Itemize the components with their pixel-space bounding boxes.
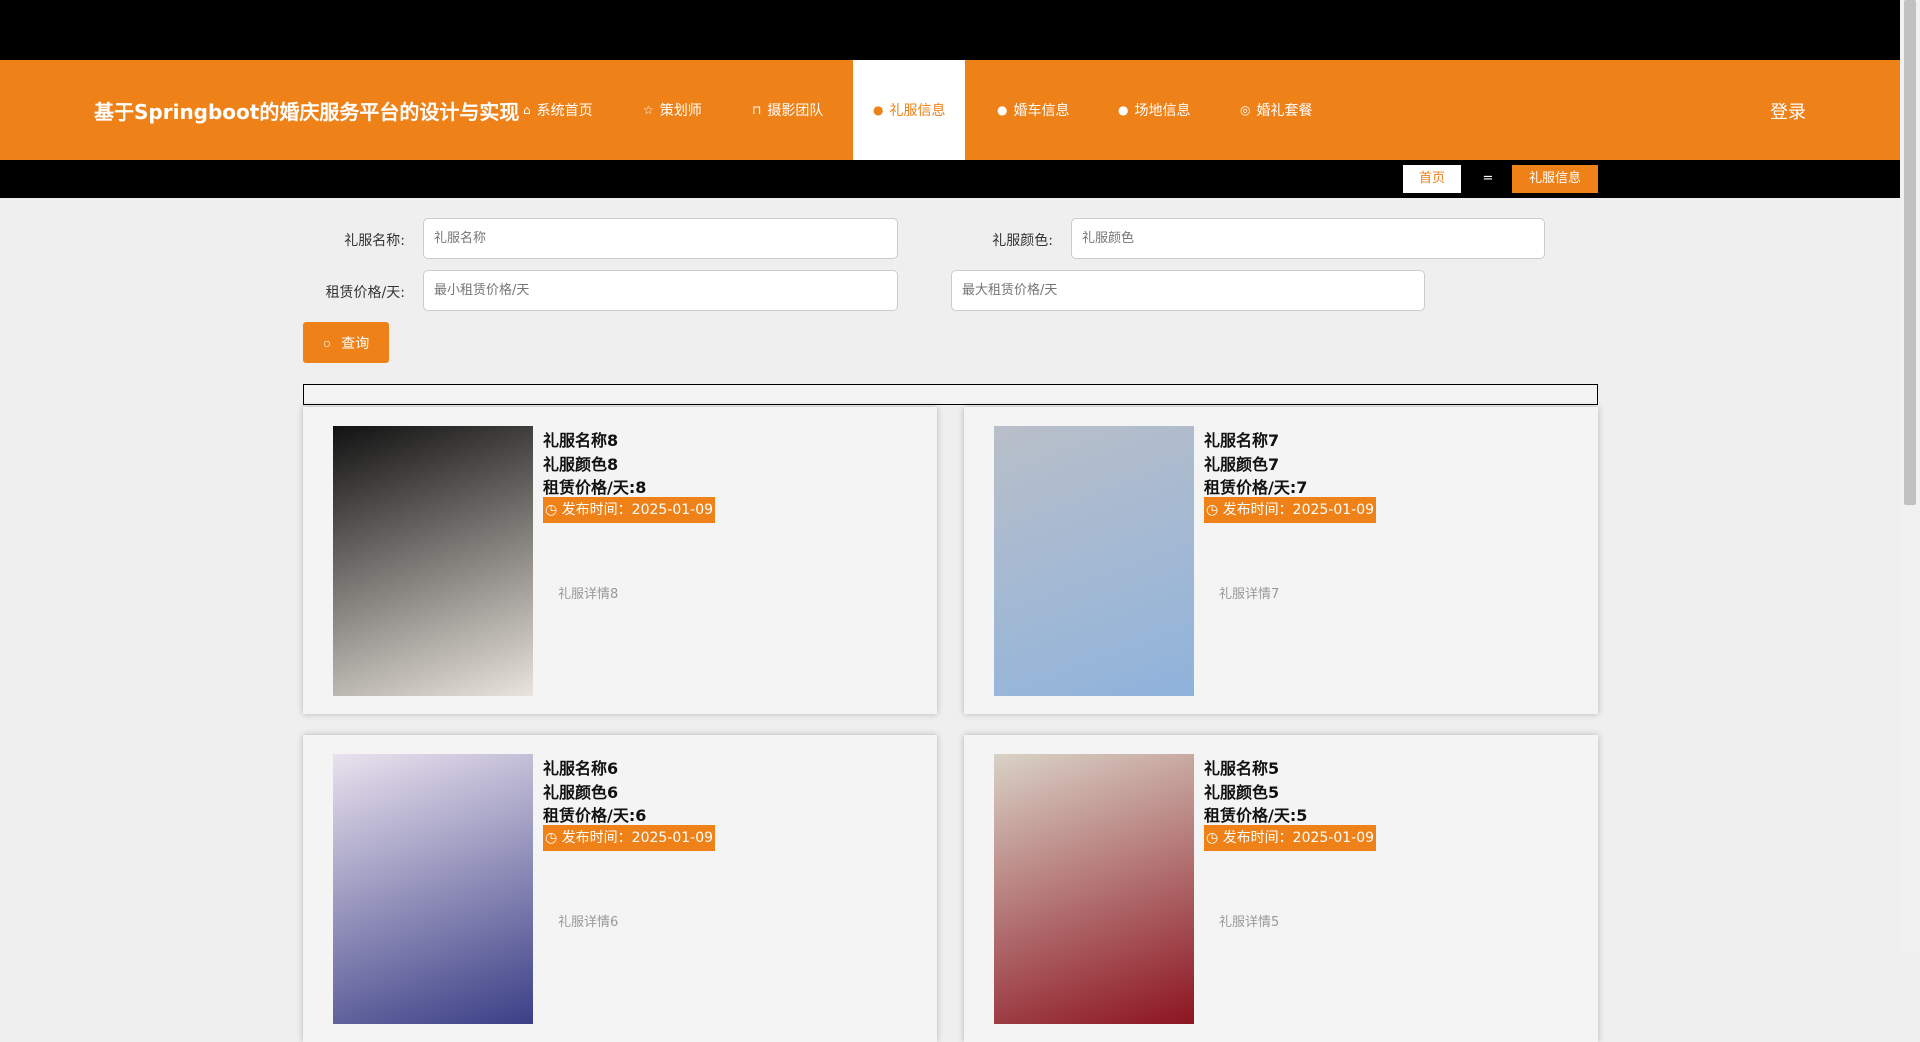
nav-icon: ●	[997, 103, 1008, 117]
nav-icon: ☆	[643, 103, 654, 117]
dress-color: 礼服颜色8	[543, 455, 619, 474]
dress-image[interactable]	[994, 754, 1194, 1024]
nav-label: 场地信息	[1134, 103, 1191, 119]
nav-label: 婚车信息	[1013, 103, 1070, 119]
dress-name: 礼服名称8	[543, 431, 619, 450]
nav-label: 摄影团队	[767, 103, 824, 119]
nav-label: 礼服信息	[889, 103, 946, 119]
dress-price: 租赁价格/天:5	[1204, 806, 1308, 825]
nav-item-5[interactable]: ● 场地信息	[1098, 60, 1210, 160]
dress-price: 租赁价格/天:6	[543, 806, 647, 825]
nav-item-0[interactable]: ⌂ 系统首页	[503, 60, 613, 160]
dress-price: 租赁价格/天:8	[543, 478, 647, 497]
publish-date-badge: ◷ 发布时间：2025-01-09	[543, 497, 716, 523]
publish-date: 发布时间：2025-01-09	[1222, 830, 1375, 846]
clock-icon: ◷	[545, 502, 562, 518]
publish-date: 发布时间：2025-01-09	[561, 830, 714, 846]
dress-card[interactable]: 礼服名称7 礼服颜色7 租赁价格/天:7 ◷ 发布时间：2025-01-09 礼…	[964, 407, 1598, 714]
dress-color: 礼服颜色5	[1204, 783, 1280, 802]
name-label: 礼服名称:	[344, 233, 405, 249]
nav-icon: ●	[873, 103, 884, 117]
dress-image[interactable]	[994, 426, 1194, 696]
dress-color: 礼服颜色7	[1204, 455, 1280, 474]
nav-icon: ●	[1118, 103, 1129, 117]
dress-image[interactable]	[333, 754, 533, 1024]
query-button[interactable]: ○ 查询	[303, 322, 389, 363]
nav-item-6[interactable]: ◎ 婚礼套餐	[1220, 60, 1332, 160]
nav-icon: ⌂	[523, 103, 531, 117]
breadcrumb-separator: =	[1482, 171, 1494, 186]
publish-date-badge: ◷ 发布时间：2025-01-09	[543, 825, 716, 851]
publish-date: 发布时间：2025-01-09	[561, 502, 714, 518]
breadcrumb-current: 礼服信息	[1512, 165, 1598, 193]
dress-detail: 礼服详情5	[1219, 915, 1280, 930]
nav-item-3[interactable]: ● 礼服信息	[853, 60, 966, 160]
breadcrumb-home[interactable]: 首页	[1403, 165, 1461, 193]
dress-detail: 礼服详情6	[558, 915, 619, 930]
dress-name: 礼服名称7	[1204, 431, 1280, 450]
scrollbar-thumb[interactable]	[1904, 0, 1916, 505]
publish-date-badge: ◷ 发布时间：2025-01-09	[1204, 497, 1377, 523]
max-price-input[interactable]	[951, 270, 1425, 311]
dress-detail: 礼服详情8	[558, 587, 619, 602]
publish-date: 发布时间：2025-01-09	[1222, 502, 1375, 518]
scrollbar[interactable]	[1900, 0, 1920, 952]
query-label: 查询	[341, 334, 370, 351]
nav-label: 策划师	[659, 103, 702, 119]
top-black-bar	[0, 0, 1900, 60]
nav-item-1[interactable]: ☆ 策划师	[623, 60, 722, 160]
nav-item-2[interactable]: ⊓ 摄影团队	[732, 60, 843, 160]
color-label: 礼服颜色:	[992, 233, 1053, 249]
name-input[interactable]	[423, 218, 898, 259]
clock-icon: ◷	[1206, 830, 1223, 846]
dress-card[interactable]: 礼服名称8 礼服颜色8 租赁价格/天:8 ◷ 发布时间：2025-01-09 礼…	[303, 407, 937, 714]
clock-icon: ◷	[1206, 502, 1223, 518]
breadcrumb: 首页 = 礼服信息	[0, 160, 1900, 198]
nav-icon: ◎	[1240, 103, 1251, 117]
dress-name: 礼服名称5	[1204, 759, 1280, 778]
nav-icon: ⊓	[752, 103, 762, 117]
site-title: 基于Springboot的婚庆服务平台的设计与实现	[94, 100, 520, 124]
login-link[interactable]: 登录	[1770, 98, 1806, 124]
price-label: 租赁价格/天:	[325, 285, 405, 301]
nav-item-4[interactable]: ● 婚车信息	[977, 60, 1089, 160]
publish-date-badge: ◷ 发布时间：2025-01-09	[1204, 825, 1377, 851]
min-price-input[interactable]	[423, 270, 898, 311]
clock-icon: ◷	[545, 830, 562, 846]
nav-label: 系统首页	[536, 103, 593, 119]
dress-image[interactable]	[333, 426, 533, 696]
dress-name: 礼服名称6	[543, 759, 619, 778]
color-input[interactable]	[1071, 218, 1545, 259]
dress-card[interactable]: 礼服名称5 礼服颜色5 租赁价格/天:5 ◷ 发布时间：2025-01-09 礼…	[964, 735, 1598, 1042]
dress-detail: 礼服详情7	[1219, 587, 1280, 602]
dress-color: 礼服颜色6	[543, 783, 619, 802]
dress-price: 租赁价格/天:7	[1204, 478, 1308, 497]
dress-card[interactable]: 礼服名称6 礼服颜色6 租赁价格/天:6 ◷ 发布时间：2025-01-09 礼…	[303, 735, 937, 1042]
search-icon: ○	[322, 334, 332, 351]
nav-label: 婚礼套餐	[1256, 103, 1313, 119]
header: 基于Springboot的婚庆服务平台的设计与实现 ⌂ 系统首页 ☆ 策划师 ⊓ 摄影团队…	[0, 60, 1900, 160]
list-header-bar	[303, 384, 1598, 405]
